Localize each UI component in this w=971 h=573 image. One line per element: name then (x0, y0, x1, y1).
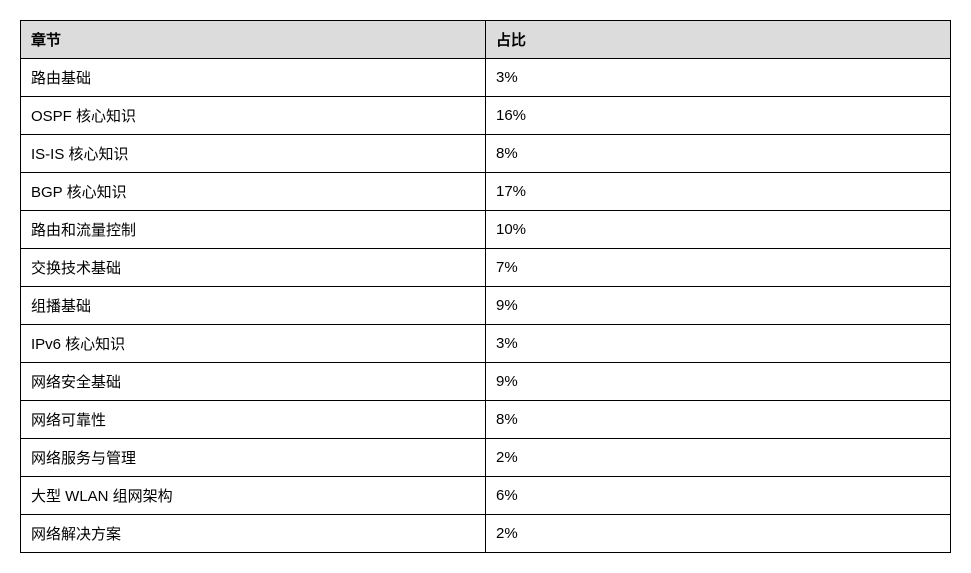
cell-ratio: 2% (486, 439, 951, 477)
cell-chapter: IS-IS 核心知识 (21, 135, 486, 173)
cell-ratio: 17% (486, 173, 951, 211)
cell-chapter: 交换技术基础 (21, 249, 486, 287)
cell-ratio: 9% (486, 363, 951, 401)
cell-ratio: 6% (486, 477, 951, 515)
cell-ratio: 3% (486, 59, 951, 97)
table-row: 大型 WLAN 组网架构 6% (21, 477, 951, 515)
cell-ratio: 3% (486, 325, 951, 363)
cell-ratio: 7% (486, 249, 951, 287)
cell-chapter: 路由和流量控制 (21, 211, 486, 249)
table-row: IS-IS 核心知识 8% (21, 135, 951, 173)
table-row: 组播基础 9% (21, 287, 951, 325)
table-row: 路由基础 3% (21, 59, 951, 97)
cell-ratio: 9% (486, 287, 951, 325)
cell-ratio: 16% (486, 97, 951, 135)
content-table: 章节 占比 路由基础 3% OSPF 核心知识 16% IS-IS 核心知识 8… (20, 20, 951, 553)
table-row: 网络可靠性 8% (21, 401, 951, 439)
cell-chapter: 路由基础 (21, 59, 486, 97)
table-row: 网络服务与管理 2% (21, 439, 951, 477)
cell-chapter: 大型 WLAN 组网架构 (21, 477, 486, 515)
cell-ratio: 8% (486, 401, 951, 439)
table-row: IPv6 核心知识 3% (21, 325, 951, 363)
cell-chapter: 网络安全基础 (21, 363, 486, 401)
table-row: 路由和流量控制 10% (21, 211, 951, 249)
cell-chapter: 组播基础 (21, 287, 486, 325)
header-chapter: 章节 (21, 21, 486, 59)
table-body: 路由基础 3% OSPF 核心知识 16% IS-IS 核心知识 8% BGP … (21, 59, 951, 553)
cell-ratio: 8% (486, 135, 951, 173)
cell-chapter: BGP 核心知识 (21, 173, 486, 211)
table-header-row: 章节 占比 (21, 21, 951, 59)
cell-chapter: IPv6 核心知识 (21, 325, 486, 363)
cell-chapter: 网络服务与管理 (21, 439, 486, 477)
table-row: 交换技术基础 7% (21, 249, 951, 287)
cell-ratio: 10% (486, 211, 951, 249)
header-ratio: 占比 (486, 21, 951, 59)
table-row: OSPF 核心知识 16% (21, 97, 951, 135)
table-container: 章节 占比 路由基础 3% OSPF 核心知识 16% IS-IS 核心知识 8… (20, 20, 951, 553)
table-row: BGP 核心知识 17% (21, 173, 951, 211)
cell-chapter: OSPF 核心知识 (21, 97, 486, 135)
cell-chapter: 网络可靠性 (21, 401, 486, 439)
table-row: 网络安全基础 9% (21, 363, 951, 401)
